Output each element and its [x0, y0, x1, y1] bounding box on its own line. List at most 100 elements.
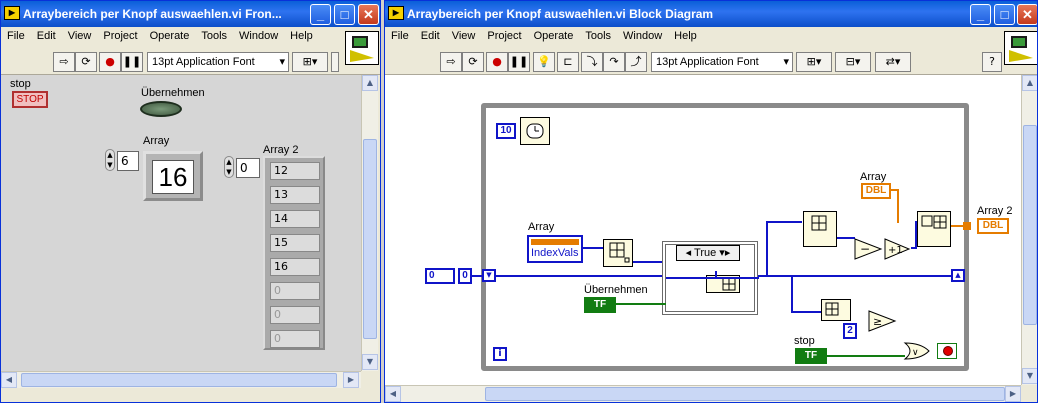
uebernehmen-button[interactable]	[140, 101, 182, 117]
align-icon[interactable]: ⊞▾	[796, 52, 832, 72]
scroll-right-icon[interactable]: ▶	[1005, 386, 1021, 402]
run-continuous-icon[interactable]: ⟳	[462, 52, 484, 72]
pause-icon[interactable]: ❚❚	[508, 52, 530, 72]
array-subset-node[interactable]	[603, 239, 633, 267]
front-panel-hscrollbar[interactable]: ◀ ▶	[1, 371, 361, 388]
wait-ms-node[interactable]	[520, 117, 550, 145]
array2-cell: 13	[270, 186, 320, 204]
or-gate-icon[interactable]: ∨	[903, 341, 931, 361]
menu-project[interactable]: Project	[97, 27, 143, 42]
step-over-icon[interactable]: ↷	[603, 52, 625, 72]
minimize-button[interactable]: _	[310, 4, 331, 25]
indexvals-label: IndexVals	[531, 247, 579, 259]
shift-init-constant[interactable]: 0	[425, 268, 455, 284]
menu-file[interactable]: File	[1, 27, 31, 42]
replace-array-subset-node[interactable]	[917, 211, 951, 247]
menu-view[interactable]: View	[62, 27, 98, 42]
abort-icon[interactable]: ●	[486, 52, 508, 72]
front-panel-vscrollbar[interactable]: ▲ ▼	[361, 75, 378, 371]
shift-init-constant-2[interactable]: 0	[458, 268, 472, 284]
stop-button[interactable]: STOP	[12, 91, 48, 108]
greater-equal-icon[interactable]: ≥	[867, 309, 897, 333]
menu-operate[interactable]: Operate	[528, 27, 580, 42]
run-arrow-icon[interactable]: ⇨	[53, 52, 75, 72]
vi-icon[interactable]	[345, 31, 379, 65]
step-into-icon[interactable]: ⤵	[581, 52, 603, 72]
iteration-terminal[interactable]: i	[493, 347, 507, 361]
block-diagram-vscrollbar[interactable]: ▲ ▼	[1021, 75, 1037, 385]
font-dropdown[interactable]: 13pt Application Font ▾	[147, 52, 289, 72]
array-element: 16	[143, 151, 203, 201]
hscroll-thumb[interactable]	[485, 387, 1005, 401]
block-diagram-titlebar[interactable]: ▶ Arraybereich per Knopf auswaehlen.vi B…	[385, 1, 1037, 27]
array2-index-field[interactable]: 0	[236, 158, 260, 178]
vi-icon[interactable]	[1004, 31, 1037, 65]
run-continuous-icon[interactable]: ⟳	[75, 52, 97, 72]
menu-edit[interactable]: Edit	[31, 27, 62, 42]
minimize-button[interactable]: _	[970, 4, 991, 25]
scroll-down-icon[interactable]: ▼	[362, 354, 378, 370]
menu-help[interactable]: Help	[284, 27, 319, 42]
reorder-icon[interactable]: ⇄▾	[875, 52, 911, 72]
align-icon[interactable]: ⊞▾	[292, 52, 328, 72]
array2-index-spinner[interactable]: ▲ ▼	[224, 156, 234, 178]
scroll-left-icon[interactable]: ◀	[385, 386, 401, 402]
menu-operate[interactable]: Operate	[144, 27, 196, 42]
array-control-terminal[interactable]: IndexVals	[527, 235, 583, 263]
menu-tools[interactable]: Tools	[195, 27, 233, 42]
array-dbl-terminal[interactable]: DBL	[861, 183, 891, 199]
front-panel-toolbar: ⇨ ⟳ ● ❚❚ 13pt Application Font ▾ ⊞▾	[1, 47, 380, 75]
pause-icon[interactable]: ❚❚	[121, 52, 143, 72]
array-size-node[interactable]	[821, 299, 851, 321]
array-index-field[interactable]: 6	[117, 151, 139, 171]
scroll-up-icon[interactable]: ▲	[362, 75, 378, 91]
menu-window[interactable]: Window	[233, 27, 284, 42]
step-out-icon[interactable]: ⤴	[625, 52, 647, 72]
menu-tools[interactable]: Tools	[579, 27, 617, 42]
array2-cell: 12	[270, 162, 320, 180]
menu-file[interactable]: File	[385, 27, 415, 42]
scroll-left-icon[interactable]: ◀	[1, 372, 17, 388]
block-diagram-hscrollbar[interactable]: ◀ ▶	[385, 385, 1021, 402]
scroll-thumb[interactable]	[363, 139, 377, 339]
array2-cell: 16	[270, 258, 320, 276]
array2-dbl-terminal[interactable]: DBL	[977, 218, 1009, 234]
scroll-thumb[interactable]	[1023, 125, 1037, 325]
menu-edit[interactable]: Edit	[415, 27, 446, 42]
front-panel-title: Arraybereich per Knopf auswaehlen.vi Fro…	[23, 7, 282, 21]
maximize-button[interactable]: □	[994, 4, 1015, 25]
uebernehmen-terminal[interactable]: TF	[584, 297, 616, 313]
loop-condition-terminal[interactable]	[937, 343, 957, 359]
array-subset-node-2[interactable]	[803, 211, 837, 247]
abort-icon[interactable]: ●	[99, 52, 121, 72]
distribute-icon[interactable]: ⊟▾	[835, 52, 871, 72]
close-button[interactable]: ✕	[358, 4, 379, 25]
help-icon[interactable]: ?	[982, 52, 1002, 72]
shift-register-right[interactable]: ▲	[951, 269, 965, 282]
stop-terminal[interactable]: TF	[795, 348, 827, 364]
case-selector[interactable]: ◂ True ▾▸	[676, 245, 740, 261]
maximize-button[interactable]: □	[334, 4, 355, 25]
scroll-down-icon[interactable]: ▼	[1022, 368, 1037, 384]
menu-window[interactable]: Window	[617, 27, 668, 42]
array-index-spinner[interactable]: ▲ ▼	[105, 149, 115, 171]
array-element-value[interactable]: 16	[152, 160, 194, 194]
font-dropdown[interactable]: 13pt Application Font ▾	[651, 52, 793, 72]
retain-wire-values-icon[interactable]: ⊏	[557, 52, 579, 72]
increment-icon[interactable]: +1	[883, 237, 911, 261]
menu-help[interactable]: Help	[668, 27, 703, 42]
scroll-right-icon[interactable]: ▶	[343, 372, 359, 388]
wait-constant[interactable]: 10	[496, 123, 516, 139]
distribute-icon[interactable]	[331, 52, 339, 72]
front-panel-titlebar[interactable]: ▶ Arraybereich per Knopf auswaehlen.vi F…	[1, 1, 380, 27]
highlight-execution-icon[interactable]: 💡	[533, 52, 555, 72]
menu-project[interactable]: Project	[481, 27, 527, 42]
close-button[interactable]: ✕	[1017, 4, 1037, 25]
menu-view[interactable]: View	[446, 27, 482, 42]
const-2[interactable]: 2	[843, 323, 857, 339]
hscroll-thumb[interactable]	[21, 373, 337, 387]
scroll-up-icon[interactable]: ▲	[1022, 75, 1037, 91]
subtract-icon[interactable]: −	[853, 237, 883, 261]
shift-register-left[interactable]: ▼	[482, 269, 496, 282]
run-arrow-icon[interactable]: ⇨	[440, 52, 462, 72]
